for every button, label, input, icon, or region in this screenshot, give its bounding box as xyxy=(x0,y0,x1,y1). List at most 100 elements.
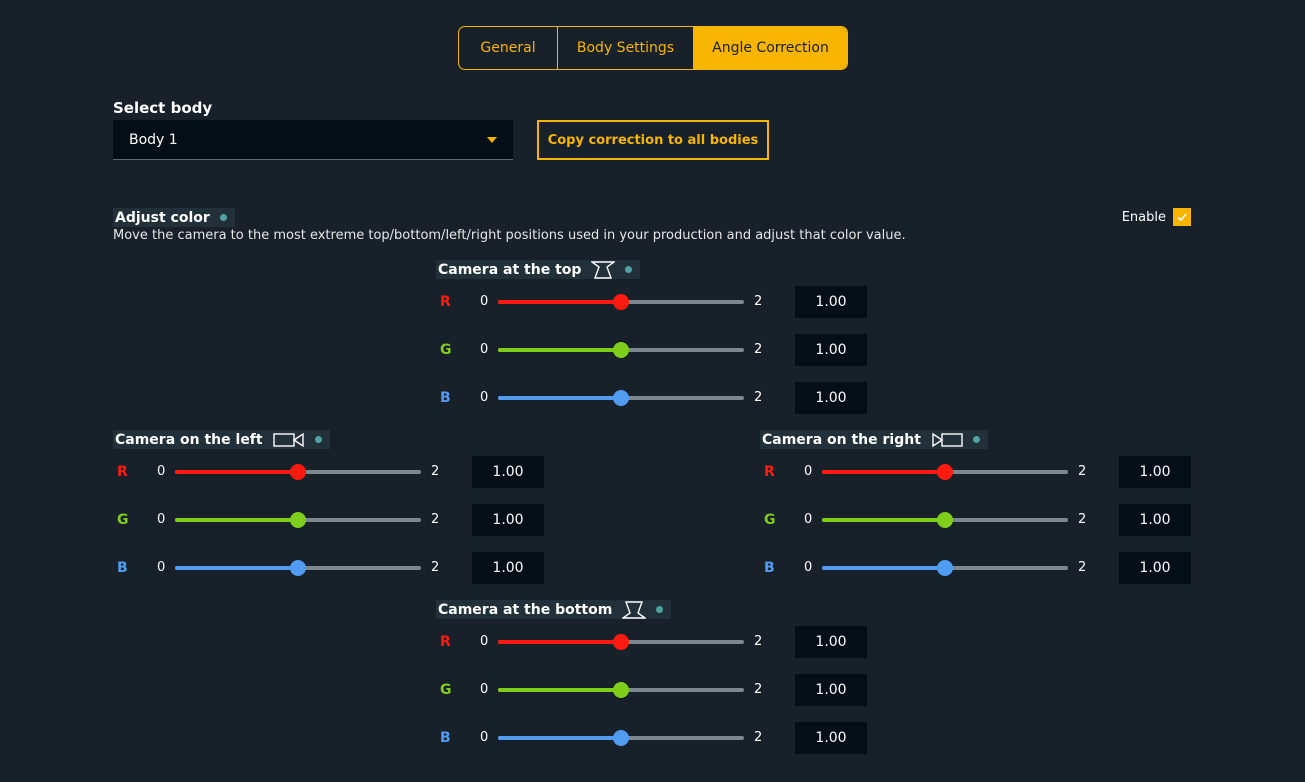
enable-label: Enable xyxy=(1121,209,1166,225)
slider-min-label: 0 xyxy=(157,512,166,527)
slider-thumb[interactable] xyxy=(613,342,629,358)
channel-label: R xyxy=(764,464,775,480)
channel-label: B xyxy=(440,730,451,746)
slider-thumb[interactable] xyxy=(613,294,629,310)
camera-top-r-row: R 0 2 1.00 xyxy=(440,286,880,318)
g-value-input[interactable]: 1.00 xyxy=(1119,504,1191,536)
camera-bottom-b-row: B 0 2 1.00 xyxy=(440,722,880,754)
enable-toggle: Enable xyxy=(1122,208,1191,226)
g-slider[interactable] xyxy=(175,512,421,528)
camera-right-r-row: R 0 2 1.00 xyxy=(764,456,1204,488)
camera-bottom-header: Camera at the bottom xyxy=(436,600,672,619)
camera-right-header: Camera on the right xyxy=(760,430,988,449)
channel-label: B xyxy=(117,560,128,576)
slider-thumb[interactable] xyxy=(613,390,629,406)
b-slider[interactable] xyxy=(498,390,744,406)
info-dot-icon[interactable] xyxy=(314,436,322,443)
channel-label: G xyxy=(440,682,452,698)
slider-min-label: 0 xyxy=(804,464,813,479)
slider-fill xyxy=(498,640,621,644)
info-dot-icon[interactable] xyxy=(972,436,980,443)
camera-left-icon xyxy=(272,432,305,448)
info-dot-icon[interactable] xyxy=(625,266,633,273)
slider-thumb[interactable] xyxy=(290,512,306,528)
b-value-input[interactable]: 1.00 xyxy=(1119,552,1191,584)
camera-left-g-row: G 0 2 1.00 xyxy=(117,504,557,536)
g-value-input[interactable]: 1.00 xyxy=(795,334,867,366)
b-slider[interactable] xyxy=(822,560,1068,576)
camera-bottom-r-row: R 0 2 1.00 xyxy=(440,626,880,658)
info-dot-icon[interactable] xyxy=(656,606,664,613)
adjust-color-description: Move the camera to the most extreme top/… xyxy=(113,228,906,243)
slider-thumb[interactable] xyxy=(937,560,953,576)
b-value-input[interactable]: 1.00 xyxy=(795,722,867,754)
slider-fill xyxy=(175,566,298,570)
r-value-input[interactable]: 1.00 xyxy=(472,456,544,488)
b-slider[interactable] xyxy=(498,730,744,746)
b-value-input[interactable]: 1.00 xyxy=(472,552,544,584)
channel-label: G xyxy=(764,512,776,528)
slider-thumb[interactable] xyxy=(613,730,629,746)
channel-label: G xyxy=(440,342,452,358)
r-value-input[interactable]: 1.00 xyxy=(795,626,867,658)
r-slider[interactable] xyxy=(498,634,744,650)
slider-thumb[interactable] xyxy=(290,560,306,576)
slider-min-label: 0 xyxy=(480,730,489,745)
camera-right-title: Camera on the right xyxy=(762,431,921,448)
camera-bottom-icon xyxy=(622,600,647,619)
g-slider[interactable] xyxy=(822,512,1068,528)
slider-fill xyxy=(498,688,621,692)
g-value-input[interactable]: 1.00 xyxy=(795,674,867,706)
slider-fill xyxy=(498,736,621,740)
camera-left-title: Camera on the left xyxy=(115,431,263,448)
slider-fill xyxy=(498,396,621,400)
camera-top-icon xyxy=(591,260,616,279)
camera-top-header: Camera at the top xyxy=(436,260,641,279)
channel-label: G xyxy=(117,512,129,528)
slider-max-label: 2 xyxy=(431,464,440,479)
r-slider[interactable] xyxy=(822,464,1068,480)
slider-min-label: 0 xyxy=(804,560,813,575)
copy-correction-button[interactable]: Copy correction to all bodies xyxy=(537,120,769,160)
slider-max-label: 2 xyxy=(754,634,763,649)
slider-thumb[interactable] xyxy=(937,512,953,528)
info-dot-icon[interactable] xyxy=(219,214,227,221)
r-slider[interactable] xyxy=(175,464,421,480)
slider-fill xyxy=(175,518,298,522)
slider-max-label: 2 xyxy=(1078,464,1087,479)
chevron-down-icon xyxy=(487,137,497,143)
channel-label: B xyxy=(440,390,451,406)
channel-label: B xyxy=(764,560,775,576)
slider-thumb[interactable] xyxy=(290,464,306,480)
slider-fill xyxy=(822,518,945,522)
slider-max-label: 2 xyxy=(431,560,440,575)
body-dropdown[interactable]: Body 1 xyxy=(113,120,513,160)
slider-fill xyxy=(822,470,945,474)
checkmark-icon xyxy=(1177,213,1187,222)
tab-angle-correction[interactable]: Angle Correction xyxy=(693,27,847,69)
slider-thumb[interactable] xyxy=(613,682,629,698)
slider-min-label: 0 xyxy=(480,342,489,357)
r-slider[interactable] xyxy=(498,294,744,310)
slider-min-label: 0 xyxy=(157,464,166,479)
enable-checkbox[interactable] xyxy=(1173,208,1191,226)
g-slider[interactable] xyxy=(498,342,744,358)
body-dropdown-value: Body 1 xyxy=(129,131,178,148)
slider-min-label: 0 xyxy=(480,634,489,649)
tab-general[interactable]: General xyxy=(459,27,557,69)
b-slider[interactable] xyxy=(175,560,421,576)
r-value-input[interactable]: 1.00 xyxy=(795,286,867,318)
slider-fill xyxy=(498,348,621,352)
r-value-input[interactable]: 1.00 xyxy=(1119,456,1191,488)
slider-thumb[interactable] xyxy=(613,634,629,650)
camera-left-b-row: B 0 2 1.00 xyxy=(117,552,557,584)
camera-left-r-row: R 0 2 1.00 xyxy=(117,456,557,488)
tab-body-settings[interactable]: Body Settings xyxy=(557,27,693,69)
b-value-input[interactable]: 1.00 xyxy=(795,382,867,414)
g-slider[interactable] xyxy=(498,682,744,698)
camera-bottom-g-row: G 0 2 1.00 xyxy=(440,674,880,706)
g-value-input[interactable]: 1.00 xyxy=(472,504,544,536)
camera-bottom-title: Camera at the bottom xyxy=(438,601,613,618)
channel-label: R xyxy=(440,294,451,310)
slider-thumb[interactable] xyxy=(937,464,953,480)
